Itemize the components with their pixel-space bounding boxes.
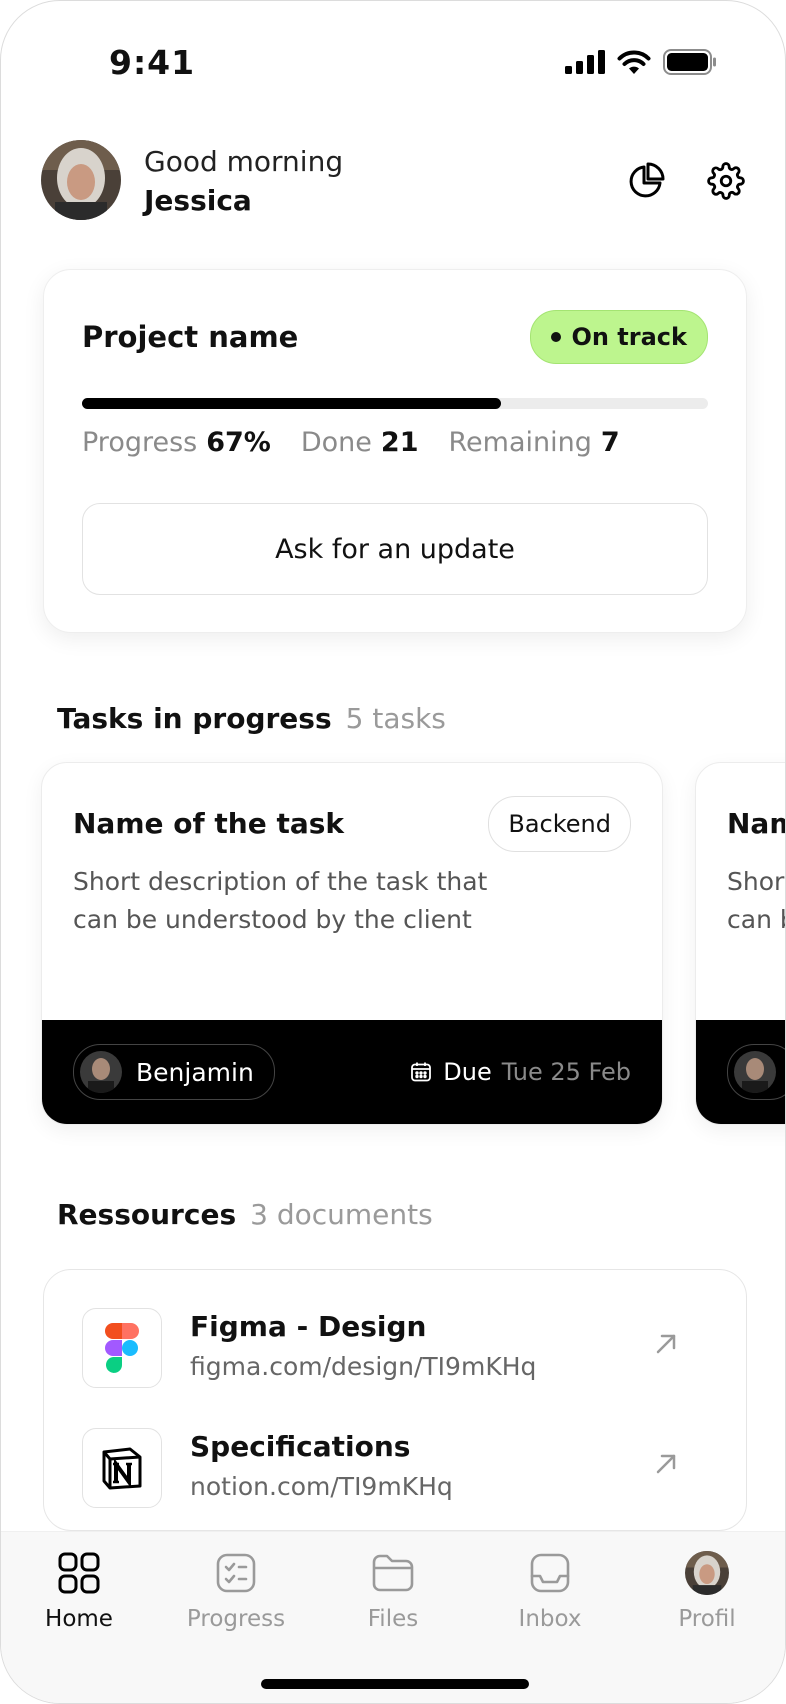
- calendar-icon: [411, 1062, 432, 1082]
- resources-count: 3 documents: [250, 1198, 433, 1231]
- signal-icon: [565, 50, 605, 74]
- tab-home-label: Home: [45, 1606, 113, 1632]
- task-footer: [696, 1020, 785, 1124]
- stat-done-label: Done: [300, 427, 372, 458]
- task-description: Short description of the task that can b…: [727, 867, 785, 934]
- task-card[interactable]: Name of the task Backend Short descripti…: [41, 762, 663, 1125]
- assignee-chip[interactable]: Benjamin: [73, 1044, 275, 1100]
- notion-icon: [82, 1428, 162, 1508]
- figma-icon: [82, 1308, 162, 1388]
- wifi-icon: [617, 50, 651, 74]
- stat-remaining-label: Remaining: [448, 427, 592, 458]
- inbox-icon: [530, 1553, 570, 1593]
- project-stats: Progress 67% Done 21 Remaining 7: [82, 427, 620, 458]
- task-title: Name of the task: [727, 807, 785, 840]
- due-date: Due Tue 25 Feb: [409, 1058, 631, 1086]
- resources-card: Figma - Design figma.com/design/TI9mKHq: [43, 1269, 747, 1531]
- status-icons: [565, 49, 717, 75]
- due-label: Due: [443, 1058, 492, 1086]
- resource-url: figma.com/design/TI9mKHq: [190, 1352, 537, 1381]
- due-date-value: Tue 25 Feb: [501, 1058, 631, 1086]
- resource-url: notion.com/TI9mKHq: [190, 1472, 453, 1501]
- assignee-chip[interactable]: [727, 1044, 785, 1100]
- tab-files-label: Files: [367, 1606, 419, 1632]
- tasks-count: 5 tasks: [345, 702, 446, 735]
- stats-button[interactable]: [624, 159, 668, 203]
- resources-section-title: Ressources 3 documents: [57, 1198, 433, 1231]
- status-badge-label: On track: [571, 323, 687, 351]
- tab-inbox-label: Inbox: [518, 1606, 582, 1632]
- battery-icon: [663, 49, 716, 75]
- greeting-text: Good morning: [144, 145, 344, 178]
- resources-title: Ressources: [57, 1198, 237, 1231]
- assignee-avatar: [80, 1051, 122, 1093]
- resource-item[interactable]: Figma - Design figma.com/design/TI9mKHq: [82, 1308, 708, 1388]
- tab-profil-label: Profil: [678, 1606, 736, 1632]
- stat-done-value: 21: [380, 427, 419, 458]
- progress-bar-fill: [82, 398, 502, 409]
- pie-chart-icon: [629, 162, 665, 198]
- arrow-up-right-icon: [656, 1454, 676, 1474]
- tab-progress[interactable]: Progress: [176, 1532, 296, 1642]
- home-indicator: [261, 1679, 529, 1689]
- task-footer: Benjamin Due Tue 25 Feb: [42, 1020, 662, 1124]
- resource-title: Specifications: [190, 1430, 411, 1463]
- assignee-name: Benjamin: [136, 1057, 254, 1087]
- project-card: Project name On track Progress 67% Done 21…: [43, 269, 747, 633]
- ask-update-button[interactable]: Ask for an update: [82, 503, 708, 595]
- assignee-avatar: [734, 1051, 776, 1093]
- user-avatar[interactable]: [41, 140, 121, 220]
- stat-progress-label: Progress: [82, 427, 198, 458]
- home-grid-icon: [58, 1552, 100, 1594]
- tab-inbox[interactable]: Inbox: [490, 1532, 610, 1642]
- stat-remaining-value: 7: [600, 427, 620, 458]
- task-title: Name of the task: [73, 807, 345, 840]
- arrow-up-right-icon: [656, 1334, 676, 1354]
- stat-remaining: Remaining 7: [449, 427, 620, 458]
- tab-bar: Home Progress Files Inbox Profil: [1, 1531, 785, 1703]
- gear-icon: [707, 162, 745, 200]
- task-tag: Backend: [488, 796, 631, 852]
- progress-bar: [82, 398, 708, 409]
- user-name: Jessica: [144, 184, 252, 217]
- status-dot: [551, 332, 562, 342]
- tab-progress-label: Progress: [186, 1606, 286, 1632]
- tab-files[interactable]: Files: [333, 1532, 453, 1642]
- stat-progress: Progress 67%: [82, 427, 271, 458]
- task-card[interactable]: Name of the task Short description of th…: [695, 762, 785, 1125]
- avatar: [685, 1551, 729, 1595]
- project-name: Project name: [82, 320, 299, 354]
- folder-icon: [372, 1554, 414, 1592]
- stat-done: Done 21: [301, 427, 419, 458]
- stat-progress-value: 67%: [206, 427, 271, 458]
- settings-button[interactable]: [704, 159, 748, 203]
- tab-home[interactable]: Home: [19, 1532, 139, 1642]
- tasks-title: Tasks in progress: [57, 702, 332, 735]
- phone-screen: 9:41 Good morning Jessica Project name O…: [0, 0, 786, 1704]
- task-description: Short description of the task that can b…: [73, 867, 488, 934]
- resource-title: Figma - Design: [190, 1310, 427, 1343]
- status-badge: On track: [530, 310, 708, 364]
- checklist-icon: [216, 1553, 256, 1593]
- tasks-section-title: Tasks in progress 5 tasks: [57, 702, 446, 735]
- status-time: 9:41: [109, 43, 196, 82]
- tab-profil[interactable]: Profil: [647, 1532, 767, 1642]
- resource-item[interactable]: Specifications notion.com/TI9mKHq: [82, 1428, 708, 1508]
